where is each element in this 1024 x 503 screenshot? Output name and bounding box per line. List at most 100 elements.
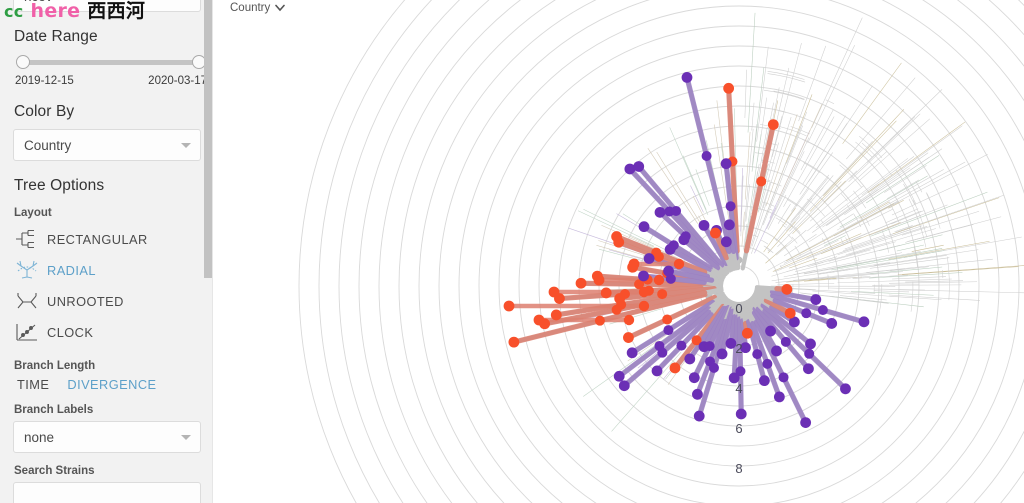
date-range-start: 2019-12-15 (15, 75, 74, 87)
tree-tip-node (693, 410, 705, 422)
radial-axis-tick-label: 8 (735, 461, 742, 476)
tree-internal-node (673, 258, 685, 270)
tree-tip-node (503, 300, 515, 312)
tree-internal-node (778, 372, 789, 383)
tree-tip-node (548, 286, 560, 298)
tree-internal-node (657, 347, 668, 358)
branch-length-toggle[interactable]: TIME DIVERGENCE (17, 377, 198, 392)
tree-tip-node (681, 71, 693, 83)
tree-tip-node (626, 347, 638, 359)
tree-tip-node (784, 307, 796, 319)
sidebar-scrollbar-thumb[interactable] (204, 0, 212, 278)
layout-option-clock[interactable]: CLOCK (14, 317, 198, 348)
tree-internal-node (671, 205, 682, 216)
tree-internal-node (804, 348, 815, 359)
tree-tip-node (638, 270, 649, 282)
chevron-down-icon (181, 143, 191, 148)
tree-tip-node (720, 236, 732, 248)
tree-tip-node (638, 221, 650, 233)
tree-tip-node (614, 293, 626, 304)
tree-tip-node (633, 161, 645, 172)
tree-tip-node (723, 219, 735, 231)
clock-tree-icon (14, 322, 44, 344)
color-by-title: Color By (14, 103, 75, 120)
tree-tip-node (800, 417, 812, 429)
tree-tip-node (741, 327, 753, 339)
rectangular-tree-icon (14, 229, 44, 251)
date-range-slider[interactable] (16, 54, 206, 72)
unrooted-tree-icon (14, 291, 44, 313)
tree-internal-node (611, 304, 622, 315)
layout-option-label: RECTANGULAR (47, 232, 148, 247)
layout-option-label: UNROOTED (47, 294, 124, 309)
watermark: cc here 西西河 (4, 0, 145, 23)
nextstrain-app: ncov Date Range 2019-12-15 2020-03-17 Co… (0, 0, 1024, 503)
branch-length-option-divergence[interactable]: DIVERGENCE (67, 377, 156, 392)
tree-tip-node (575, 277, 587, 289)
layout-option-label: RADIAL (47, 263, 96, 278)
branch-labels-label: Branch Labels (14, 404, 94, 416)
tree-internal-node (676, 340, 687, 351)
watermark-part2: here (30, 0, 81, 22)
tree-tip-node (613, 370, 625, 382)
radial-axis-tick-label: 6 (735, 421, 742, 436)
color-by-value: Country (24, 137, 72, 153)
sidebar-scrollbar[interactable] (204, 0, 212, 503)
chevron-down-icon (181, 435, 191, 440)
tree-tip-node (600, 287, 612, 299)
tree-internal-node (725, 201, 736, 212)
layout-option-unrooted[interactable]: UNROOTED (14, 286, 198, 317)
tree-internal-node (594, 315, 605, 326)
search-strains-label: Search Strains (14, 465, 95, 477)
sidebar: ncov Date Range 2019-12-15 2020-03-17 Co… (0, 0, 213, 503)
tree-tip-node (643, 253, 655, 264)
tree-tip-node (618, 380, 630, 392)
tree-tip-node (710, 227, 721, 239)
tree-tip-node (840, 383, 851, 395)
slider-track[interactable] (21, 60, 201, 65)
tree-tip-node (663, 265, 674, 277)
tree-internal-node (756, 176, 767, 187)
color-by-select[interactable]: Country (13, 129, 201, 161)
layout-option-rectangular[interactable]: RECTANGULAR (14, 224, 198, 255)
tree-internal-node (801, 308, 812, 319)
radial-axis-tick-label: 0 (735, 301, 742, 316)
tree-internal-node (752, 349, 763, 360)
tree-tip-node (550, 309, 562, 321)
tree-tip-node (803, 363, 814, 375)
layout-option-radial[interactable]: RADIAL (14, 255, 198, 286)
tree-tip-node (669, 362, 681, 374)
tree-tip-node (810, 294, 822, 305)
radial-phylogenetic-tree[interactable]: 0 2 4 6 8 (213, 0, 1024, 503)
branch-length-label: Branch Length (14, 360, 96, 372)
tree-tip-node (767, 119, 779, 131)
tree-tip-node (698, 219, 710, 231)
sidebar-content: ncov Date Range 2019-12-15 2020-03-17 Co… (0, 0, 207, 503)
layout-label: Layout (14, 207, 52, 219)
tree-panel: Country 02468 (213, 0, 1024, 503)
tree-tip-node (805, 338, 816, 350)
tree-options-title: Tree Options (14, 177, 105, 194)
tree-tip-node (611, 231, 623, 242)
radial-axis-tick-label: 4 (735, 381, 742, 396)
branch-length-option-time[interactable]: TIME (17, 377, 49, 392)
search-strains-input[interactable] (13, 482, 201, 503)
tree-tip-node (623, 332, 634, 343)
tree-internal-node (663, 325, 674, 336)
tree-tip-node (723, 82, 735, 94)
tree-internal-node (762, 358, 773, 369)
radial-axis-tick-label: 2 (735, 341, 742, 356)
date-range-title: Date Range (14, 28, 98, 45)
watermark-part3: 西西河 (87, 0, 146, 22)
tree-tip-node (678, 234, 690, 246)
tree-internal-node (653, 274, 665, 286)
tree-tip-node (771, 345, 782, 357)
slider-handle-start[interactable] (16, 55, 30, 69)
branch-labels-select[interactable]: none (13, 421, 201, 453)
tree-tip-node (654, 206, 666, 218)
tree-tip-node (651, 365, 663, 377)
tree-tip-node (735, 408, 747, 420)
branch-labels-value: none (24, 429, 55, 445)
tree-tip-node (692, 388, 703, 400)
tree-tip-node (773, 391, 785, 403)
